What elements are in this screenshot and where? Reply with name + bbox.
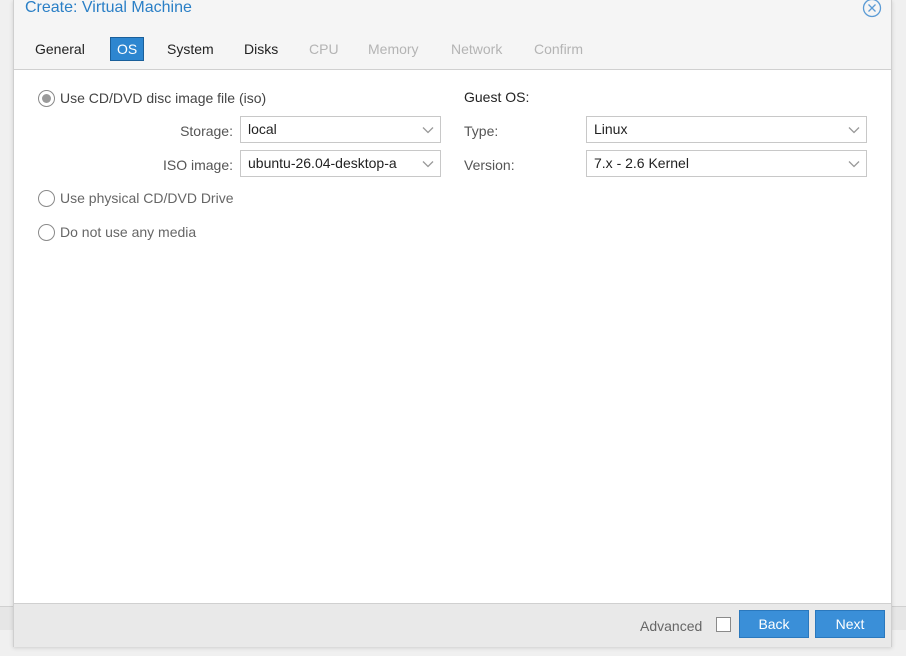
guest-os-title: Guest OS:: [464, 89, 530, 105]
tab-general[interactable]: General: [29, 37, 91, 61]
back-button[interactable]: Back: [739, 610, 809, 638]
radio-use-iso[interactable]: Use CD/DVD disc image file (iso): [38, 88, 266, 108]
chevron-down-icon[interactable]: [842, 151, 866, 176]
close-icon[interactable]: [862, 0, 882, 18]
radio-button-checked[interactable]: [38, 89, 55, 107]
wizard-tabbar: General OS System Disks CPU Memory Netwo…: [14, 33, 891, 69]
advanced-label: Advanced: [640, 618, 703, 634]
radio-no-media[interactable]: Do not use any media: [38, 222, 196, 242]
os-version-label: Version:: [464, 157, 515, 173]
iso-image-select[interactable]: ubuntu-26.04-desktop-a: [240, 150, 441, 177]
os-type-select[interactable]: Linux: [586, 116, 867, 143]
next-button[interactable]: Next: [815, 610, 885, 638]
os-panel: Use CD/DVD disc image file (iso) Storage…: [14, 69, 891, 604]
tab-os[interactable]: OS: [110, 37, 145, 61]
tab-cpu: CPU: [309, 41, 339, 57]
tab-memory: Memory: [368, 41, 419, 57]
radio-label-physical: Use physical CD/DVD Drive: [60, 190, 234, 206]
storage-value: local: [248, 121, 277, 137]
tab-system[interactable]: System: [161, 37, 220, 61]
tab-network: Network: [451, 41, 503, 57]
dialog-title: Create: Virtual Machine: [25, 0, 192, 16]
chevron-down-icon[interactable]: [416, 117, 440, 142]
storage-select[interactable]: local: [240, 116, 441, 143]
radio-label-none: Do not use any media: [60, 224, 197, 240]
tab-disks[interactable]: Disks: [238, 37, 284, 61]
dialog-footer: Advanced Back Next: [14, 604, 891, 647]
radio-button[interactable]: [38, 223, 55, 241]
radio-use-physical[interactable]: Use physical CD/DVD Drive: [38, 188, 233, 208]
storage-label: Storage:: [180, 123, 233, 139]
radio-button[interactable]: [38, 189, 55, 207]
os-type-label: Type:: [464, 123, 499, 139]
advanced-checkbox[interactable]: [716, 617, 731, 632]
os-type-value: Linux: [594, 121, 628, 137]
iso-image-label: ISO image:: [162, 157, 233, 173]
iso-image-value: ubuntu-26.04-desktop-a: [248, 155, 397, 171]
chevron-down-icon[interactable]: [416, 151, 440, 176]
tab-confirm: Confirm: [534, 41, 584, 57]
os-version-select[interactable]: 7.x - 2.6 Kernel: [586, 150, 867, 177]
os-version-value: 7.x - 2.6 Kernel: [594, 155, 689, 171]
radio-label-iso: Use CD/DVD disc image file (iso): [60, 90, 267, 106]
create-vm-dialog: Create: Virtual Machine General OS Syste…: [13, 0, 892, 647]
chevron-down-icon[interactable]: [842, 117, 866, 142]
